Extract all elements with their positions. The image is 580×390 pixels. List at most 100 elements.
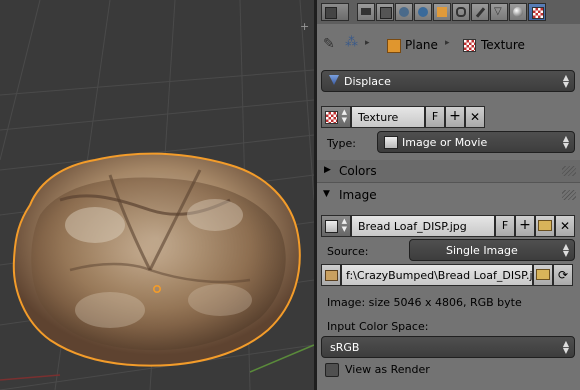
color-space-label: Input Color Space: <box>327 320 429 333</box>
properties-panel: ▽ ✎ ⁂ ▸ Plane ▸ Texture Displace ▲ ▼ ▲ ▼ T… <box>317 0 580 390</box>
image-info-text: Image: size 5046 x 4806, RGB byte <box>327 296 522 309</box>
world-icon <box>418 7 428 17</box>
type-dropdown-value: Image or Movie <box>402 136 488 149</box>
scene-icon <box>399 7 409 17</box>
tab-texture[interactable] <box>528 3 546 21</box>
plus-icon[interactable]: + <box>300 21 310 32</box>
breadcrumb: ✎ ⁂ ▸ Plane ▸ Texture <box>317 30 580 60</box>
cube-icon <box>437 7 447 17</box>
image-icon <box>384 136 398 149</box>
cube-icon <box>387 39 401 53</box>
image-name-value: Bread Loaf_DISP.jpg <box>358 220 467 233</box>
color-space-dropdown[interactable]: sRGB ▲ ▼ <box>321 336 575 358</box>
y-axis-line <box>249 344 314 373</box>
image-datablock: ▲ ▼ Bread Loaf_DISP.jpg F + ✕ <box>321 215 575 237</box>
close-icon: ✕ <box>469 110 481 124</box>
reload-image-button[interactable]: ⟳ <box>553 264 573 286</box>
unlink-image-button[interactable]: ✕ <box>555 215 575 237</box>
properties-editor-icon <box>325 7 337 19</box>
scene-data-icon: ⁂ <box>345 35 358 50</box>
tab-scene[interactable] <box>395 3 413 21</box>
chevron-right-icon: ▸ <box>445 38 450 48</box>
modifier-dropdown[interactable]: Displace ▲ ▼ <box>321 70 575 92</box>
fake-user-label: F <box>431 110 439 123</box>
pack-image-button[interactable] <box>321 264 341 286</box>
editor-type-button[interactable] <box>321 3 349 21</box>
pin-icon[interactable]: ✎ <box>323 36 335 52</box>
context-tabs: ▽ <box>317 0 580 24</box>
dropdown-arrows-icon: ▲ ▼ <box>562 242 569 258</box>
render-layers-icon <box>380 7 392 19</box>
updown-icon: ▲ ▼ <box>341 217 347 233</box>
3d-viewport[interactable]: + <box>0 0 314 390</box>
filepath-value: f:\CrazyBumped\Bread Loaf_DISP.jpg <box>346 269 533 282</box>
close-icon: ✕ <box>559 219 571 233</box>
bread-loaf-mesh[interactable] <box>12 152 301 367</box>
source-dropdown[interactable]: Single Image ▲ ▼ <box>409 239 575 261</box>
dropdown-arrows-icon: ▲ ▼ <box>562 339 569 355</box>
chevron-down-icon: ▼ <box>323 189 330 199</box>
folder-icon <box>538 220 552 231</box>
drag-grip-icon[interactable] <box>562 190 576 200</box>
tab-world[interactable] <box>414 3 432 21</box>
updown-icon: ▲ ▼ <box>341 108 347 124</box>
browse-filepath-button[interactable] <box>533 264 553 286</box>
texture-browse-button[interactable]: ▲ ▼ <box>321 106 351 128</box>
new-texture-button[interactable]: + <box>445 106 465 128</box>
colors-section-label: Colors <box>339 164 377 178</box>
chevron-right-icon: ▶ <box>324 165 331 175</box>
image-icon <box>325 220 338 233</box>
image-section-header[interactable]: ▼ Image <box>317 184 580 206</box>
section-divider <box>317 182 580 183</box>
dropdown-arrows-icon: ▲ ▼ <box>562 134 569 150</box>
new-image-button[interactable]: + <box>515 215 535 237</box>
material-icon <box>513 7 523 17</box>
colors-section-header[interactable]: ▶ Colors <box>317 160 580 182</box>
chevron-right-icon: ▸ <box>365 38 370 48</box>
tab-material[interactable] <box>509 3 527 21</box>
plus-icon: + <box>449 108 461 124</box>
viewport-scene <box>0 0 314 390</box>
open-image-button[interactable] <box>535 215 555 237</box>
tab-render[interactable] <box>357 3 375 21</box>
plus-icon: + <box>519 217 531 233</box>
type-label: Type: <box>327 137 356 150</box>
tab-constraints[interactable] <box>452 3 470 21</box>
unlink-texture-button[interactable]: ✕ <box>465 106 485 128</box>
modifier-dropdown-label: Displace <box>344 75 391 88</box>
texture-name-value: Texture <box>358 111 399 124</box>
image-section-label: Image <box>339 188 377 202</box>
tab-data[interactable]: ▽ <box>490 3 508 21</box>
drag-grip-icon[interactable] <box>562 166 576 176</box>
fake-user-button[interactable]: F <box>425 106 445 128</box>
breadcrumb-object[interactable]: Plane <box>405 38 438 52</box>
filepath-field[interactable]: f:\CrazyBumped\Bread Loaf_DISP.jpg <box>341 264 533 286</box>
image-browse-button[interactable]: ▲ ▼ <box>321 215 351 237</box>
source-label: Source: <box>327 245 369 258</box>
texture-name-field[interactable]: Texture <box>351 106 425 128</box>
reload-icon: ⟳ <box>557 268 569 282</box>
checker-texture-icon <box>463 39 476 52</box>
displace-modifier-icon <box>329 75 339 85</box>
type-dropdown[interactable]: Image or Movie ▲ ▼ <box>377 131 575 153</box>
image-name-field[interactable]: Bread Loaf_DISP.jpg <box>351 215 495 237</box>
view-as-render-checkbox[interactable] <box>325 363 339 377</box>
camera-icon <box>361 8 371 15</box>
link-icon <box>456 7 466 17</box>
fake-user-label: F <box>501 219 509 232</box>
tab-render-layers[interactable] <box>376 3 394 21</box>
tab-object[interactable] <box>433 3 451 21</box>
mesh-data-icon: ▽ <box>494 6 502 17</box>
source-dropdown-value: Single Image <box>446 244 518 257</box>
breadcrumb-texture[interactable]: Texture <box>481 38 525 52</box>
image-fake-user-button[interactable]: F <box>495 215 515 237</box>
checker-texture-icon <box>325 111 338 124</box>
color-space-value: sRGB <box>330 341 360 354</box>
tab-modifiers[interactable] <box>471 3 489 21</box>
filepath-row: f:\CrazyBumped\Bread Loaf_DISP.jpg ⟳ <box>321 264 575 286</box>
wrench-icon <box>475 7 486 18</box>
dropdown-arrows-icon: ▲ ▼ <box>562 73 569 89</box>
package-icon <box>324 270 338 281</box>
view-as-render-label[interactable]: View as Render <box>345 363 430 376</box>
folder-icon <box>536 269 550 280</box>
